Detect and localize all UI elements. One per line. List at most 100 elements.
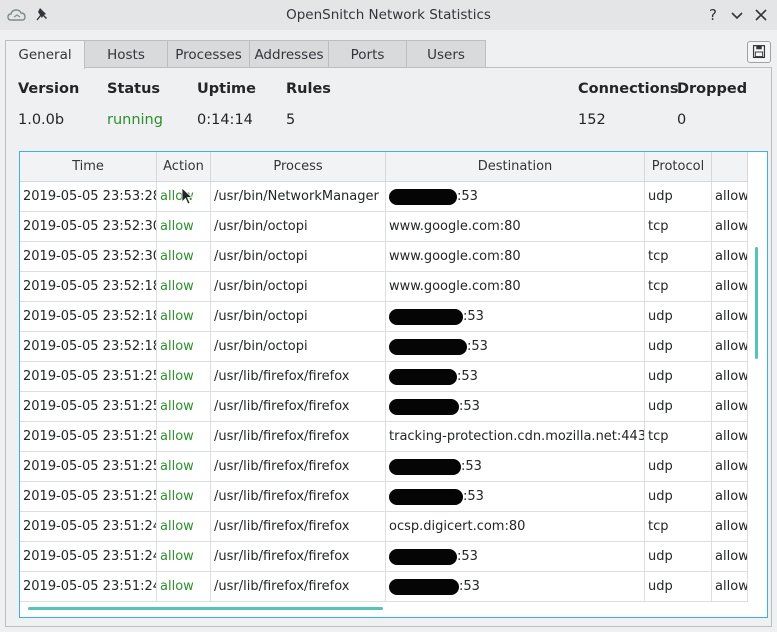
cell-process: /usr/bin/octopi [211, 242, 386, 271]
table-row[interactable]: 2019-05-05 23:52:18 allow/usr/bin/octopi w… [20, 272, 748, 302]
cell-protocol: tcp [645, 212, 712, 241]
cell-action: allow [157, 452, 211, 481]
cell-protocol: udp [645, 482, 712, 511]
cell-rule: allow [712, 572, 748, 601]
destination-text: :53 [459, 399, 480, 414]
cell-time: 2019-05-05 23:52:30 [20, 212, 157, 241]
tab-users[interactable]: Users [406, 40, 486, 68]
uptime-label: Uptime [197, 81, 256, 97]
table-row[interactable]: 2019-05-05 23:51:25 allow/usr/lib/firefox… [20, 482, 748, 512]
close-icon[interactable] [751, 5, 771, 25]
cell-process: /usr/bin/octopi [211, 212, 386, 241]
save-icon [752, 45, 766, 59]
cell-destination: :53 [386, 392, 645, 421]
cell-destination: :53 [386, 572, 645, 601]
cell-action: allow [157, 302, 211, 331]
table-row[interactable]: 2019-05-05 23:51:25 allow/usr/lib/firefox… [20, 422, 748, 452]
connections-label: Connections [578, 81, 679, 97]
column-header-protocol[interactable]: Protocol [645, 152, 712, 182]
cell-protocol: udp [645, 302, 712, 331]
table-row[interactable]: 2019-05-05 23:51:25 allow/usr/lib/firefox… [20, 362, 748, 392]
destination-text: :53 [457, 549, 478, 564]
cell-time: 2019-05-05 23:52:18 [20, 272, 157, 301]
cell-process: /usr/lib/firefox/firefox [211, 422, 386, 451]
cell-protocol: udp [645, 452, 712, 481]
tab-addresses[interactable]: Addresses [249, 40, 329, 68]
cell-destination: www.google.com:80 [386, 242, 645, 271]
cell-action: allow [157, 332, 211, 361]
destination-text: :53 [457, 369, 478, 384]
table-row[interactable]: 2019-05-05 23:51:25 allow/usr/lib/firefox… [20, 452, 748, 482]
table-row[interactable]: 2019-05-05 23:52:30 allow/usr/bin/octopi w… [20, 242, 748, 272]
table-row[interactable]: 2019-05-05 23:51:24 allow/usr/lib/firefox… [20, 512, 748, 542]
cell-protocol: udp [645, 362, 712, 391]
tab-general[interactable]: General [5, 40, 85, 69]
cell-time: 2019-05-05 23:52:18 [20, 302, 157, 331]
table-row[interactable]: 2019-05-05 23:52:18 allow/usr/bin/octopi:… [20, 332, 748, 362]
cell-action: allow [157, 392, 211, 421]
cell-rule: allow [712, 482, 748, 511]
cell-protocol: udp [645, 542, 712, 571]
column-header-process[interactable]: Process [211, 152, 386, 182]
destination-text: :53 [457, 189, 478, 204]
cell-protocol: udp [645, 332, 712, 361]
column-header-action[interactable]: Action [157, 152, 211, 182]
tab-ports[interactable]: Ports [328, 40, 407, 68]
dropped-value: 0 [677, 112, 687, 128]
table-row[interactable]: 2019-05-05 23:51:25 allow/usr/lib/firefox… [20, 392, 748, 422]
cell-destination: ocsp.digicert.com:80 [386, 512, 645, 541]
cell-action: allow [157, 242, 211, 271]
rules-value: 5 [286, 112, 296, 128]
uptime-value: 0:14:14 [197, 112, 253, 128]
column-header-rule[interactable] [712, 152, 748, 182]
cell-action: allow [157, 212, 211, 241]
cell-rule: allow [712, 182, 748, 211]
cell-time: 2019-05-05 23:51:24 [20, 512, 157, 541]
table-row[interactable]: 2019-05-05 23:52:30 allow/usr/bin/octopi w… [20, 212, 748, 242]
status-value: running [107, 112, 163, 128]
help-icon[interactable]: ? [703, 5, 723, 25]
save-button[interactable] [747, 41, 771, 63]
cell-rule: allow [712, 392, 748, 421]
table-row[interactable]: 2019-05-05 23:51:24 allow/usr/lib/firefox… [20, 542, 748, 572]
cell-process: /usr/bin/octopi [211, 302, 386, 331]
cell-process: /usr/bin/octopi [211, 272, 386, 301]
table-row[interactable]: 2019-05-05 23:53:28 allow/usr/bin/Network… [20, 182, 748, 212]
destination-text: :53 [461, 459, 482, 474]
connections-table[interactable]: Time Action Process Destination Protocol… [19, 151, 768, 618]
destination-text: tracking-protection.cdn.mozilla.net:443 [389, 429, 645, 444]
cell-process: /usr/lib/firefox/firefox [211, 452, 386, 481]
minimize-icon[interactable] [727, 5, 747, 25]
cell-action: allow [157, 542, 211, 571]
cell-protocol: tcp [645, 272, 712, 301]
cell-action: allow [157, 512, 211, 541]
horizontal-scrollbar[interactable] [28, 607, 383, 610]
vertical-scrollbar[interactable] [755, 247, 758, 359]
cell-rule: allow [712, 362, 748, 391]
dropped-label: Dropped [677, 81, 748, 97]
version-label: Version [18, 81, 80, 97]
cell-rule: allow [712, 272, 748, 301]
cell-process: /usr/bin/NetworkManager [211, 182, 386, 211]
cell-rule: allow [712, 512, 748, 541]
table-row[interactable]: 2019-05-05 23:52:18 allow/usr/bin/octopi:… [20, 302, 748, 332]
window-title: OpenSnitch Network Statistics [286, 7, 491, 23]
table-row[interactable]: 2019-05-05 23:51:24 allow/usr/lib/firefox… [20, 572, 748, 602]
status-label: Status [107, 81, 161, 97]
table-header: Time Action Process Destination Protocol [20, 152, 748, 182]
connections-value: 152 [578, 112, 606, 128]
column-header-time[interactable]: Time [20, 152, 157, 182]
column-header-destination[interactable]: Destination [386, 152, 645, 182]
cell-time: 2019-05-05 23:52:18 [20, 332, 157, 361]
tab-hosts[interactable]: Hosts [84, 40, 168, 68]
help-glyph: ? [709, 6, 717, 24]
cell-protocol: udp [645, 392, 712, 421]
cell-protocol: tcp [645, 242, 712, 271]
redacted-address [389, 188, 457, 205]
redacted-address [389, 368, 457, 385]
cell-rule: allow [712, 302, 748, 331]
cell-time: 2019-05-05 23:51:25 [20, 422, 157, 451]
cell-protocol: tcp [645, 512, 712, 541]
tab-processes[interactable]: Processes [167, 40, 250, 68]
redacted-address [389, 488, 463, 505]
